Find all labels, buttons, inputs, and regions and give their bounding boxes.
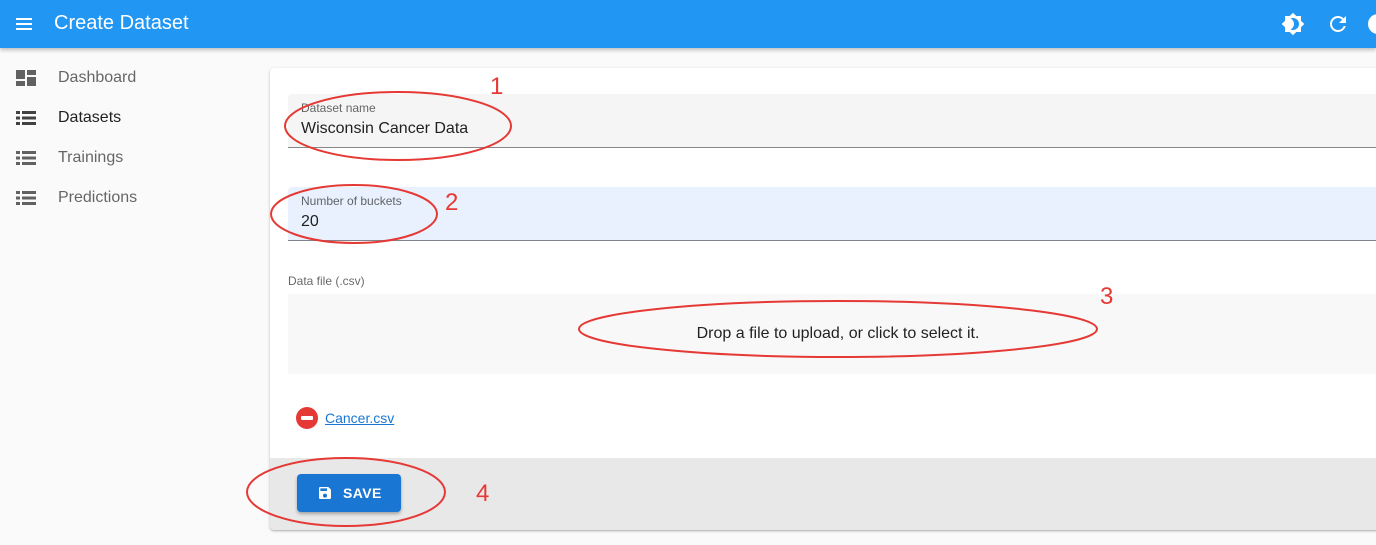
floppy-disk-icon bbox=[317, 485, 333, 501]
annotation-number-3: 3 bbox=[1100, 283, 1114, 310]
annotation-number-4: 4 bbox=[476, 480, 490, 507]
remove-circle-icon[interactable] bbox=[296, 407, 318, 429]
uploaded-file-link[interactable]: Cancer.csv bbox=[325, 409, 394, 427]
sidebar-item-label: Dashboard bbox=[58, 69, 137, 86]
annotation-number-1: 1 bbox=[490, 73, 504, 100]
data-file-label: Data file (.csv) bbox=[288, 274, 365, 288]
sidebar-item-label: Datasets bbox=[58, 109, 122, 126]
dataset-name-field[interactable]: Dataset name bbox=[288, 94, 1376, 148]
sidebar: Dashboard Datasets Trainings Predictions bbox=[0, 48, 255, 545]
menu-icon[interactable] bbox=[14, 14, 34, 34]
buckets-label: Number of buckets bbox=[301, 194, 402, 208]
sidebar-item-label: Predictions bbox=[58, 189, 138, 206]
save-button[interactable]: SAVE bbox=[297, 474, 401, 512]
sidebar-item-datasets[interactable]: Datasets bbox=[0, 98, 255, 138]
annotation-number-2: 2 bbox=[445, 189, 459, 216]
file-dropzone[interactable]: Drop a file to upload, or click to selec… bbox=[288, 294, 1376, 374]
form-toolbar: SAVE bbox=[270, 458, 1376, 530]
app-bar: Create Dataset bbox=[0, 0, 1376, 48]
page-title: Create Dataset bbox=[54, 12, 189, 34]
dashboard-icon bbox=[16, 70, 36, 86]
sidebar-item-trainings[interactable]: Trainings bbox=[0, 138, 255, 178]
dropzone-text: Drop a file to upload, or click to selec… bbox=[696, 325, 980, 342]
dataset-name-input[interactable] bbox=[301, 119, 1201, 139]
sidebar-item-label: Trainings bbox=[58, 149, 124, 166]
theme-toggle-icon[interactable] bbox=[1281, 12, 1305, 36]
refresh-icon[interactable] bbox=[1326, 12, 1350, 36]
list-icon bbox=[16, 190, 36, 206]
save-button-label: SAVE bbox=[343, 485, 382, 501]
list-icon bbox=[16, 150, 36, 166]
account-icon[interactable] bbox=[1366, 12, 1376, 36]
buckets-input[interactable] bbox=[301, 212, 1201, 232]
list-icon bbox=[16, 110, 36, 126]
dataset-name-label: Dataset name bbox=[301, 101, 376, 115]
sidebar-item-predictions[interactable]: Predictions bbox=[0, 178, 255, 218]
create-dataset-form: Dataset name Number of buckets Data file… bbox=[270, 68, 1376, 530]
sidebar-item-dashboard[interactable]: Dashboard bbox=[0, 58, 255, 98]
